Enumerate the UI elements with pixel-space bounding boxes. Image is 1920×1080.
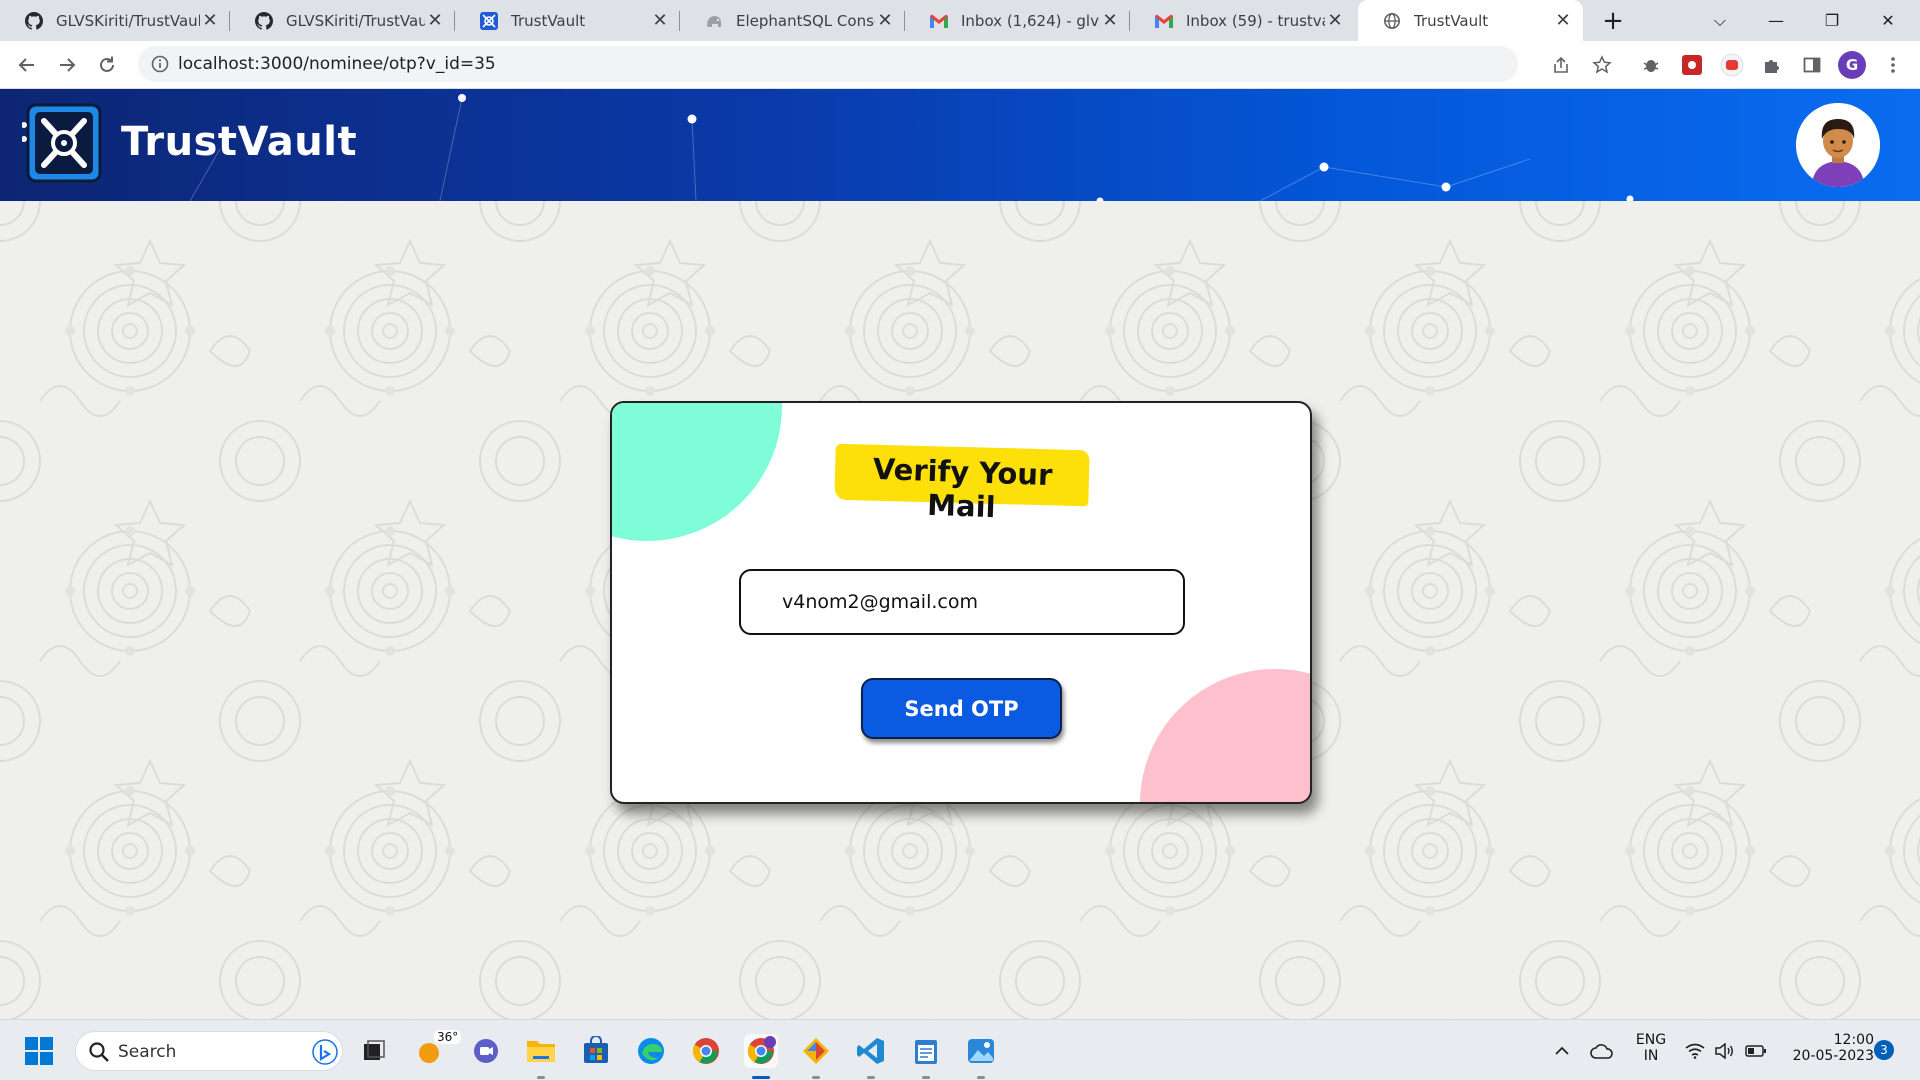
weather-icon[interactable]: 36° <box>414 1030 462 1068</box>
verify-mail-card: Verify Your Mail Send OTP <box>610 401 1312 804</box>
new-tab-button[interactable]: + <box>1598 6 1628 36</box>
weather-temperature: 36° <box>434 1030 462 1044</box>
photos-icon[interactable] <box>964 1034 998 1068</box>
site-info-icon[interactable] <box>150 54 170 74</box>
extensions-puzzle-icon[interactable] <box>1760 53 1784 77</box>
reload-icon[interactable] <box>91 49 123 81</box>
tab-title: GLVSKiriti/TrustVault <box>56 11 200 30</box>
send-otp-button[interactable]: Send OTP <box>861 678 1062 739</box>
tray-overflow-chevron-icon[interactable] <box>1545 1034 1579 1068</box>
teams-chat-icon[interactable] <box>469 1034 503 1068</box>
notepad-icon[interactable] <box>909 1034 943 1068</box>
tab-elephantsql[interactable]: ElephantSQL Console ✕ <box>680 0 905 41</box>
volume-icon[interactable] <box>1709 1034 1739 1068</box>
running-indicator <box>867 1076 875 1079</box>
notification-badge[interactable]: 3 <box>1874 1040 1894 1060</box>
close-icon[interactable]: ✕ <box>650 10 670 31</box>
gmail-icon <box>929 11 949 31</box>
side-panel-icon[interactable] <box>1800 53 1824 77</box>
onedrive-cloud-icon[interactable] <box>1585 1034 1619 1068</box>
extension-red-icon[interactable] <box>1680 53 1704 77</box>
address-bar[interactable]: localhost:3000/nominee/otp?v_id=35 <box>138 46 1518 82</box>
page-background: Verify Your Mail Send OTP <box>0 201 1920 1019</box>
profile-avatar[interactable]: G <box>1838 51 1866 79</box>
search-placeholder: Search <box>118 1042 177 1062</box>
tab-github-trustvaultf[interactable]: GLVSKiriti/TrustVaultF ✕ <box>230 0 455 41</box>
close-icon[interactable]: ✕ <box>875 10 895 31</box>
globe-icon <box>1382 11 1402 31</box>
email-input[interactable] <box>739 569 1185 635</box>
region-code: IN <box>1643 1048 1659 1064</box>
tab-title: ElephantSQL Console <box>736 11 875 30</box>
window-close-icon[interactable]: ✕ <box>1860 0 1916 41</box>
file-explorer-icon[interactable] <box>524 1034 558 1068</box>
extension-screen-recorder-icon[interactable] <box>1720 53 1744 77</box>
close-icon[interactable]: ✕ <box>200 10 220 31</box>
edge-browser-icon[interactable] <box>634 1034 668 1068</box>
bookmark-star-icon[interactable] <box>1590 53 1614 77</box>
elephantsql-icon <box>704 11 724 31</box>
search-icon <box>89 1042 109 1062</box>
decorative-pink-circle <box>1140 669 1310 802</box>
person-avatar-icon <box>1796 103 1880 187</box>
tab-title: TrustVault <box>511 11 586 30</box>
tab-title: Inbox (59) - trustvault <box>1186 11 1325 30</box>
more-menu-icon[interactable] <box>1881 53 1905 77</box>
windows-start-icon[interactable] <box>22 1034 56 1068</box>
running-indicator-active <box>752 1076 770 1079</box>
back-icon[interactable] <box>11 49 43 81</box>
taskbar-search[interactable]: Search <box>75 1031 343 1071</box>
extension-bug-icon[interactable] <box>1639 53 1663 77</box>
github-icon <box>254 11 274 31</box>
git-kraken-icon[interactable] <box>799 1034 833 1068</box>
language-code: ENG <box>1635 1032 1667 1048</box>
tab-github-trustvault[interactable]: GLVSKiriti/TrustVault ✕ <box>0 0 230 41</box>
browser-tab-strip: GLVSKiriti/TrustVault ✕ GLVSKiriti/Trust… <box>0 0 1920 41</box>
tab-trustvault[interactable]: TrustVault ✕ <box>455 0 680 41</box>
tab-gmail-glvskir[interactable]: Inbox (1,624) - glvskir ✕ <box>905 0 1130 41</box>
tab-gmail-trustvault[interactable]: Inbox (59) - trustvault ✕ <box>1130 0 1355 41</box>
restore-icon[interactable]: ❐ <box>1804 0 1860 41</box>
tab-title: Inbox (1,624) - glvskir <box>961 11 1100 30</box>
forward-icon[interactable] <box>51 49 83 81</box>
tab-title: TrustVault <box>1414 11 1489 30</box>
wifi-icon[interactable] <box>1680 1034 1710 1068</box>
trustvault-logo-icon <box>22 103 102 183</box>
close-icon[interactable]: ✕ <box>1100 10 1120 31</box>
microsoft-store-icon[interactable] <box>579 1034 613 1068</box>
task-view-icon[interactable] <box>357 1034 391 1068</box>
tab-search-icon[interactable]: ⌵ <box>1692 0 1748 41</box>
user-avatar[interactable] <box>1796 103 1880 187</box>
vscode-icon[interactable] <box>854 1034 888 1068</box>
decorative-green-circle <box>612 403 782 541</box>
gmail-icon <box>1154 11 1174 31</box>
close-icon[interactable]: ✕ <box>1325 10 1345 31</box>
tab-trustvault-active[interactable]: TrustVault ✕ <box>1358 0 1583 41</box>
card-heading: Verify Your Mail <box>872 451 1053 525</box>
chrome-profile-active-icon[interactable] <box>744 1034 778 1068</box>
close-icon[interactable]: ✕ <box>1553 10 1573 31</box>
running-indicator <box>977 1076 985 1079</box>
browser-toolbar: localhost:3000/nominee/otp?v_id=35 G <box>0 41 1920 89</box>
site-header: TrustVault <box>0 89 1920 201</box>
battery-icon[interactable] <box>1741 1034 1771 1068</box>
clock[interactable]: 12:00 20-05-2023 <box>1780 1032 1874 1064</box>
clock-time: 12:00 <box>1833 1032 1874 1048</box>
brand-name: TrustVault <box>121 119 358 165</box>
url-text[interactable]: localhost:3000/nominee/otp?v_id=35 <box>178 54 496 74</box>
share-icon[interactable] <box>1549 53 1573 77</box>
github-icon <box>24 11 44 31</box>
tab-title: GLVSKiriti/TrustVaultF <box>286 11 425 30</box>
trustvault-favicon-icon <box>479 11 499 31</box>
running-indicator <box>922 1076 930 1079</box>
bing-icon[interactable] <box>312 1039 338 1065</box>
clock-date: 20-05-2023 <box>1792 1048 1874 1064</box>
running-indicator <box>812 1076 820 1079</box>
chrome-icon[interactable] <box>689 1034 723 1068</box>
windows-taskbar: Search 36° ENG IN 12:00 20-05-2023 3 <box>0 1019 1920 1080</box>
close-icon[interactable]: ✕ <box>425 10 445 31</box>
language-indicator[interactable]: ENG IN <box>1633 1032 1669 1064</box>
minimize-icon[interactable]: — <box>1748 0 1804 41</box>
running-indicator <box>537 1076 545 1079</box>
